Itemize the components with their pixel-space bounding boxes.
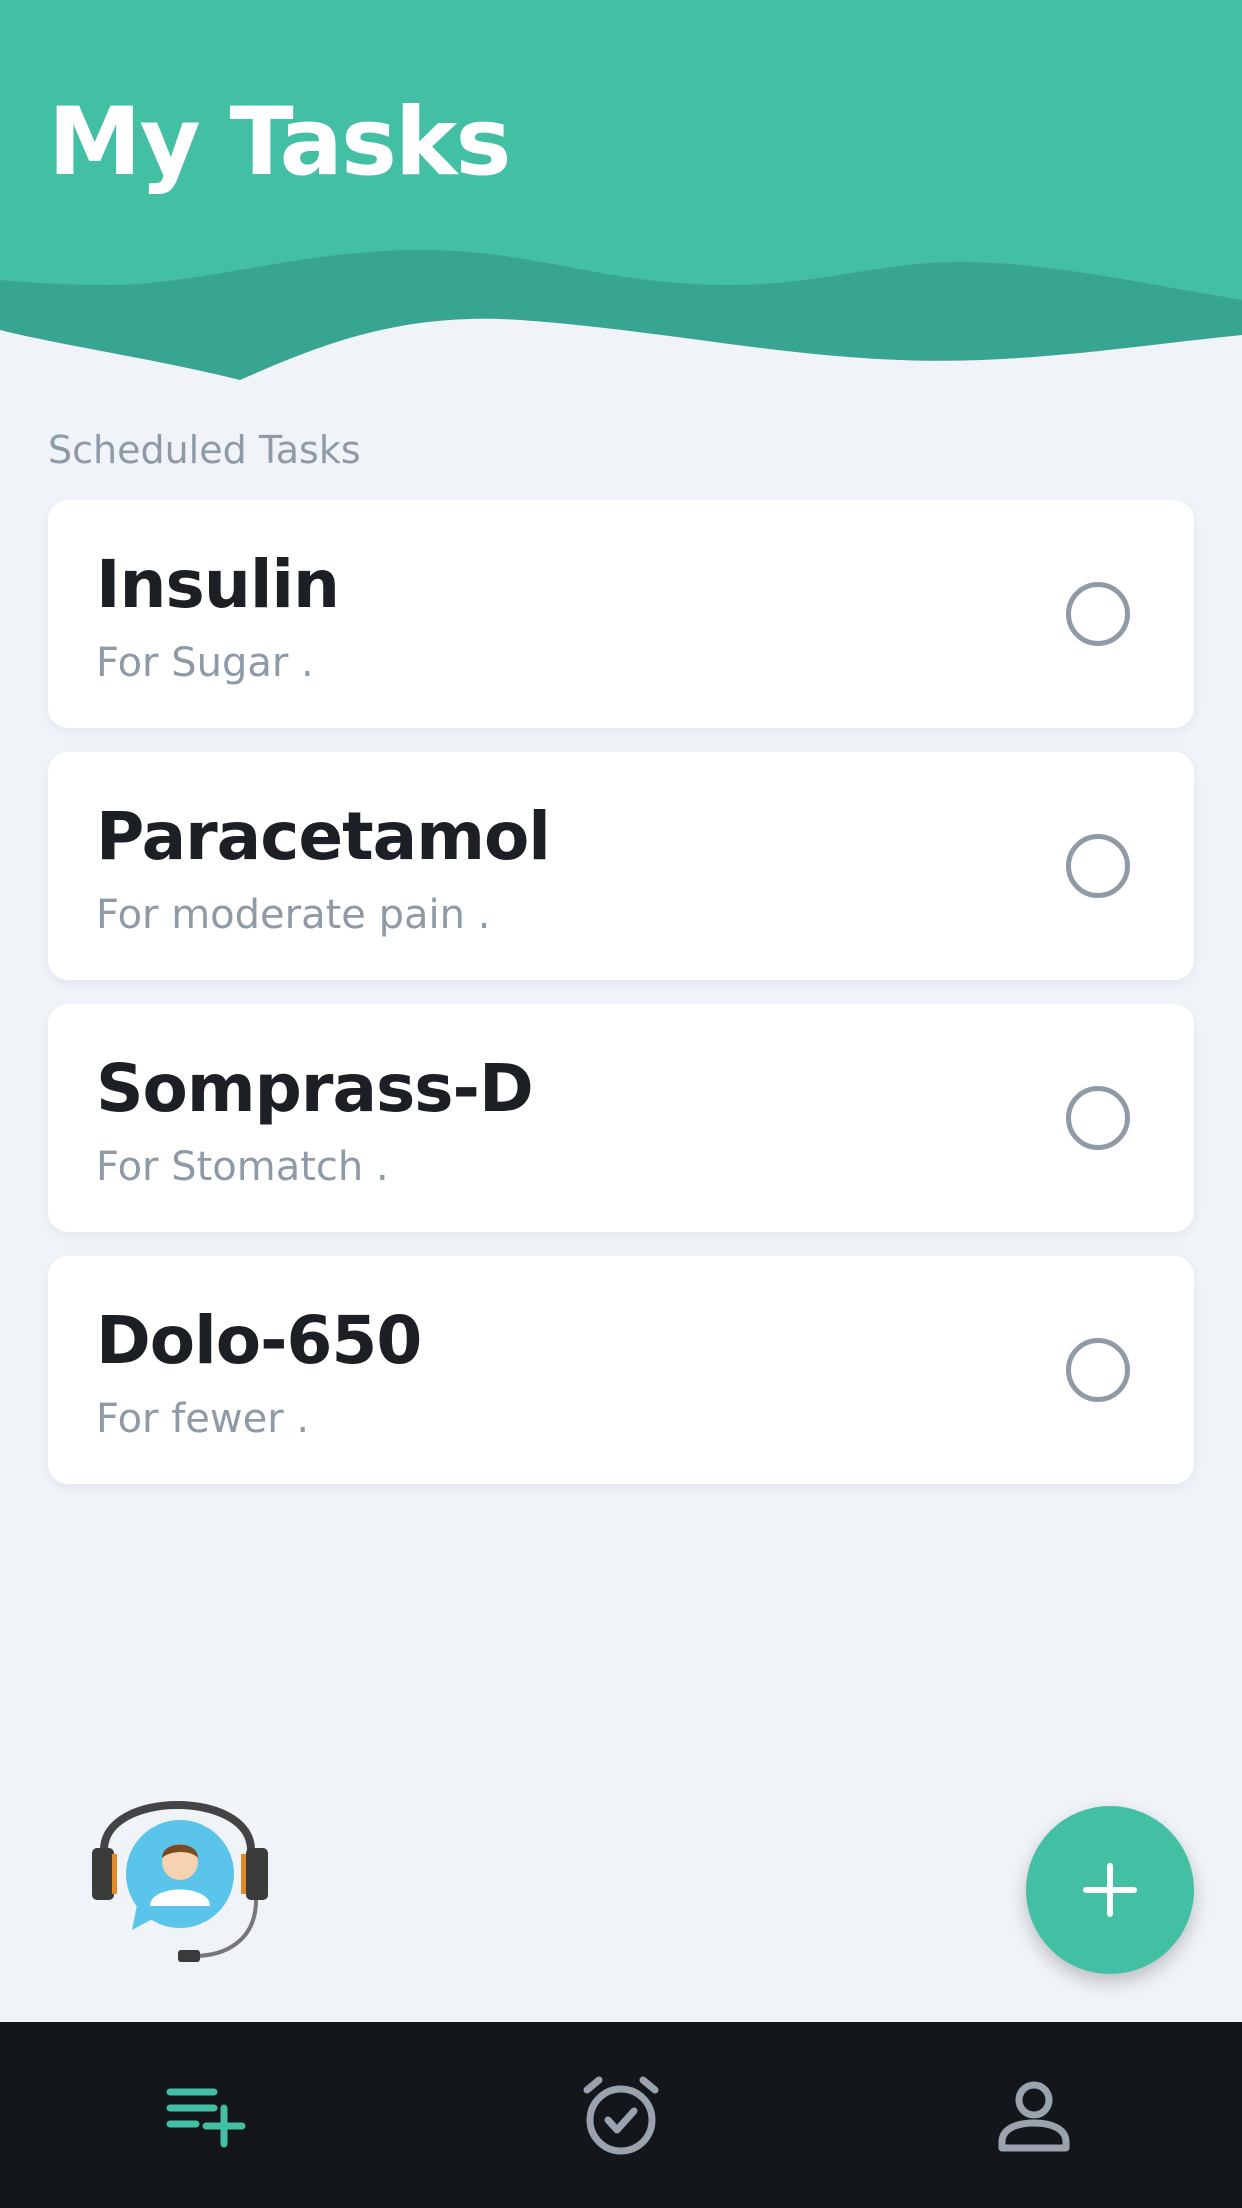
bottom-nav bbox=[0, 2022, 1242, 2208]
task-checkbox[interactable] bbox=[1066, 1338, 1130, 1402]
section-label: Scheduled Tasks bbox=[48, 428, 361, 472]
task-checkbox[interactable] bbox=[1066, 1086, 1130, 1150]
alarm-check-icon bbox=[583, 2076, 659, 2155]
playlist-add-icon bbox=[166, 2088, 246, 2148]
page-title: My Tasks bbox=[48, 88, 511, 197]
customer-support-icon[interactable] bbox=[86, 1770, 276, 1970]
task-card[interactable]: Insulin For Sugar . bbox=[48, 500, 1194, 728]
task-card[interactable]: Somprass-D For Stomatch . bbox=[48, 1004, 1194, 1232]
task-title: Paracetamol bbox=[96, 798, 551, 875]
person-icon bbox=[998, 2081, 1070, 2152]
add-task-button[interactable] bbox=[1026, 1806, 1194, 1974]
nav-item-tasks[interactable] bbox=[158, 2066, 258, 2166]
task-description: For moderate pain . bbox=[96, 892, 491, 938]
task-card[interactable]: Dolo-650 For fewer . bbox=[48, 1256, 1194, 1484]
nav-item-reminders[interactable] bbox=[571, 2066, 671, 2166]
task-card[interactable]: Paracetamol For moderate pain . bbox=[48, 752, 1194, 980]
task-list: Insulin For Sugar . Paracetamol For mode… bbox=[48, 500, 1194, 1508]
task-description: For fewer . bbox=[96, 1396, 310, 1442]
header: My Tasks bbox=[0, 0, 1242, 390]
task-title: Somprass-D bbox=[96, 1050, 534, 1127]
task-description: For Sugar . bbox=[96, 640, 314, 686]
task-title: Dolo-650 bbox=[96, 1302, 422, 1379]
plus-icon bbox=[1083, 1863, 1137, 1917]
nav-item-profile[interactable] bbox=[984, 2066, 1084, 2166]
task-title: Insulin bbox=[96, 546, 340, 623]
task-description: For Stomatch . bbox=[96, 1144, 389, 1190]
task-checkbox[interactable] bbox=[1066, 834, 1130, 898]
task-checkbox[interactable] bbox=[1066, 582, 1130, 646]
